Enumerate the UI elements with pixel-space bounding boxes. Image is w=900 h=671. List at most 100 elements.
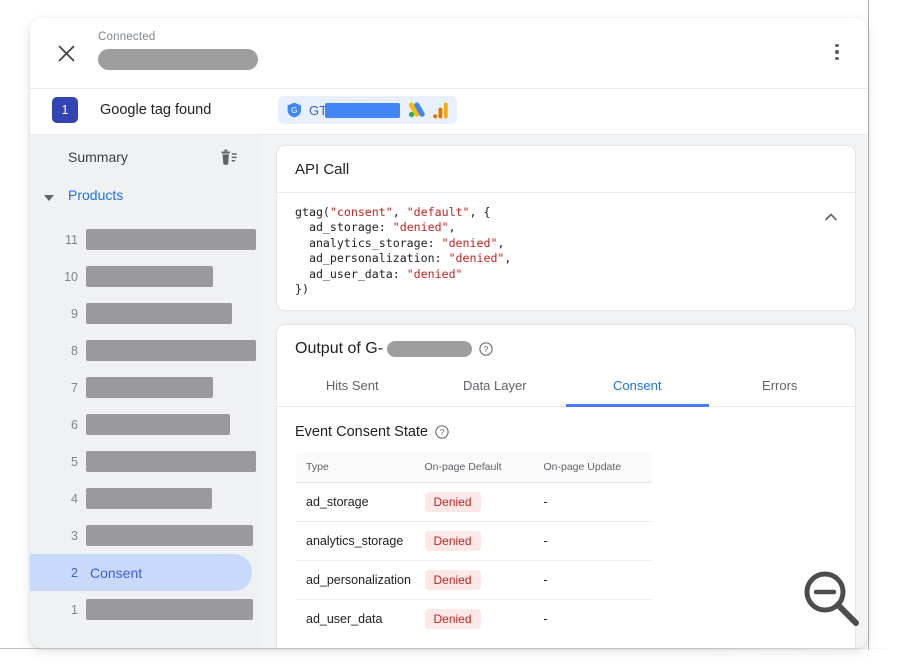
sidebar-item-label: Consent bbox=[90, 565, 142, 581]
page-divider bbox=[868, 0, 869, 650]
sidebar-item-index: 4 bbox=[52, 492, 78, 506]
consent-state-table: TypeOn-page DefaultOn-page Update ad_sto… bbox=[295, 451, 653, 639]
onpage-update-cell: - bbox=[534, 561, 653, 600]
products-label: Products bbox=[68, 187, 123, 203]
google-tag-icon: G bbox=[287, 102, 302, 118]
status-badge: Denied bbox=[425, 492, 481, 512]
chevron-up-icon bbox=[821, 207, 841, 227]
status-badge: Denied bbox=[425, 570, 481, 590]
sidebar-item-label-redacted bbox=[86, 414, 230, 435]
sidebar-item-index: 8 bbox=[52, 344, 78, 358]
sidebar-item[interactable]: 9 bbox=[30, 295, 262, 332]
sidebar-item-label-redacted bbox=[86, 451, 256, 472]
onpage-default-cell: Denied bbox=[415, 522, 534, 561]
sidebar-event-list: 11109 8 7 6 5 4 3 2 Consent 1 bbox=[30, 221, 262, 628]
more-vert-icon bbox=[835, 50, 839, 54]
code-token: }) bbox=[295, 282, 309, 296]
code-token: analytics_storage: bbox=[295, 236, 442, 250]
consent-type-cell: ad_user_data bbox=[296, 600, 415, 639]
table-body: ad_storageDenied-analytics_storageDenied… bbox=[296, 483, 653, 639]
sidebar-item-label-redacted bbox=[86, 599, 253, 620]
api-call-title: API Call bbox=[277, 146, 855, 193]
page-bottom-edge bbox=[0, 648, 900, 649]
code-token: ad_storage: bbox=[295, 220, 393, 234]
google-analytics-icon bbox=[433, 102, 448, 119]
code-token: , bbox=[393, 205, 407, 219]
sidebar-item[interactable]: 5 bbox=[30, 443, 262, 480]
onpage-default-cell: Denied bbox=[415, 600, 534, 639]
connected-value-redacted bbox=[98, 49, 258, 70]
sidebar-item[interactable]: 1 bbox=[30, 591, 262, 628]
code-token: gtag( bbox=[295, 205, 330, 219]
sidebar-item[interactable]: 4 bbox=[30, 480, 262, 517]
sidebar-item[interactable]: 6 bbox=[30, 406, 262, 443]
code-token: "denied" bbox=[442, 236, 498, 250]
tag-id-value: GT bbox=[309, 103, 400, 118]
events-sidebar: Summary Products bbox=[30, 135, 262, 648]
sidebar-summary-row[interactable]: Summary bbox=[30, 135, 262, 181]
google-ads-icon bbox=[407, 102, 426, 119]
sidebar-item-label-redacted bbox=[86, 377, 213, 398]
svg-text:G: G bbox=[291, 106, 297, 115]
output-tabs: Hits SentData LayerConsentErrors bbox=[277, 368, 855, 407]
help-circle-icon[interactable]: ? bbox=[435, 425, 449, 439]
code-token: , bbox=[504, 251, 511, 265]
sidebar-item[interactable]: 7 bbox=[30, 369, 262, 406]
output-title-redacted bbox=[387, 341, 472, 357]
sidebar-item-index: 6 bbox=[52, 418, 78, 432]
sidebar-item-index: 2 bbox=[52, 566, 78, 580]
tab-data-layer[interactable]: Data Layer bbox=[424, 368, 567, 407]
svg-text:?: ? bbox=[484, 345, 489, 355]
card-header: Connected bbox=[30, 18, 868, 89]
code-token: "default" bbox=[407, 205, 470, 219]
table-row: analytics_storageDenied- bbox=[296, 522, 653, 561]
api-call-code-wrap: gtag("consent", "default", { ad_storage:… bbox=[277, 193, 855, 310]
tab-consent[interactable]: Consent bbox=[566, 368, 709, 407]
more-vert-icon bbox=[835, 57, 839, 61]
sidebar-item-label-redacted bbox=[86, 229, 256, 250]
code-token: , { bbox=[470, 205, 491, 219]
svg-text:?: ? bbox=[440, 428, 445, 438]
clear-events-button[interactable] bbox=[218, 147, 240, 169]
table-column-header: Type bbox=[296, 452, 415, 483]
output-title: Output of G- ? bbox=[277, 325, 855, 368]
sidebar-products-group[interactable]: Products bbox=[30, 181, 262, 221]
tab-hits-sent[interactable]: Hits Sent bbox=[281, 368, 424, 407]
onpage-update-cell: - bbox=[534, 522, 653, 561]
sidebar-item-index: 1 bbox=[52, 603, 78, 617]
event-consent-state-label: Event Consent State bbox=[295, 424, 428, 440]
sidebar-item-index: 7 bbox=[52, 381, 78, 395]
consent-type-cell: ad_personalization bbox=[296, 561, 415, 600]
screen: Connected 1 Google tag found G GT bbox=[0, 0, 900, 671]
tab-errors[interactable]: Errors bbox=[709, 368, 852, 407]
sidebar-item-index: 5 bbox=[52, 455, 78, 469]
output-panel: Output of G- ? Hits SentData LayerConsen… bbox=[276, 324, 856, 648]
close-button[interactable] bbox=[48, 35, 84, 71]
status-badge: Denied bbox=[425, 531, 481, 551]
code-token: "denied" bbox=[407, 267, 463, 281]
onpage-update-cell: - bbox=[534, 600, 653, 639]
code-token: ad_personalization: bbox=[295, 251, 449, 265]
table-row: ad_storageDenied- bbox=[296, 483, 653, 522]
collapse-api-call-button[interactable] bbox=[821, 207, 841, 227]
onpage-default-cell: Denied bbox=[415, 561, 534, 600]
code-token: "consent" bbox=[330, 205, 393, 219]
summary-label: Summary bbox=[68, 149, 128, 165]
caret-down-icon[interactable] bbox=[44, 195, 54, 201]
tag-id-chip[interactable]: G GT bbox=[278, 96, 457, 124]
help-circle-icon[interactable]: ? bbox=[479, 342, 493, 356]
onpage-default-cell: Denied bbox=[415, 483, 534, 522]
sidebar-item-label-redacted bbox=[86, 303, 232, 324]
onpage-update-cell: - bbox=[534, 483, 653, 522]
connected-label: Connected bbox=[98, 30, 258, 44]
detail-pane: API Call gtag("consent", "default", { ad… bbox=[262, 135, 868, 648]
sidebar-item-selected[interactable]: 2 Consent bbox=[30, 554, 252, 591]
sidebar-item[interactable]: 3 bbox=[30, 517, 262, 554]
close-icon bbox=[57, 44, 76, 63]
overflow-menu-button[interactable] bbox=[820, 35, 854, 69]
code-token: , bbox=[449, 220, 456, 234]
sidebar-item[interactable]: 11 bbox=[30, 221, 262, 258]
sidebar-item[interactable]: 10 bbox=[30, 258, 262, 295]
sidebar-item[interactable]: 8 bbox=[30, 332, 262, 369]
code-token: ad_user_data: bbox=[295, 267, 407, 281]
